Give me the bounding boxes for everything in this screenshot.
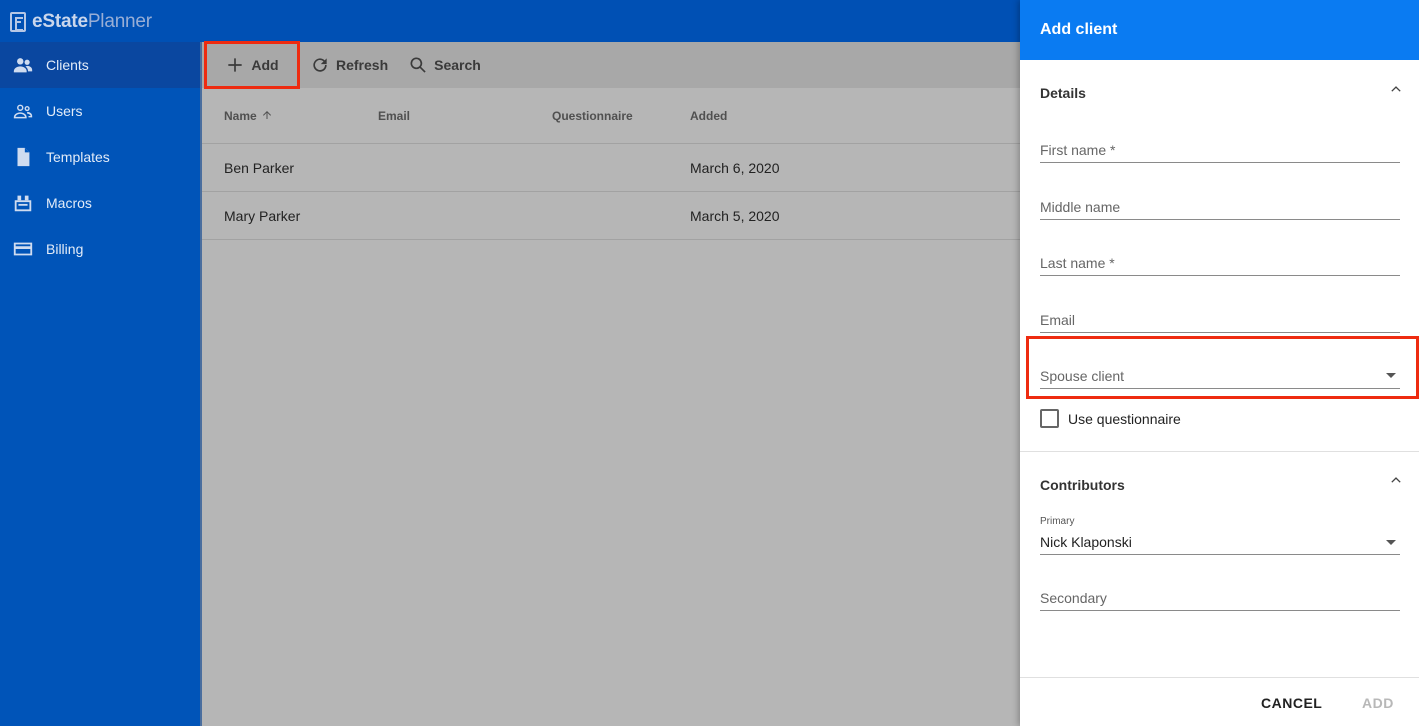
sidebar-item-label: Templates xyxy=(46,149,110,165)
dropdown-caret-icon xyxy=(1386,540,1396,545)
sidebar-item-users[interactable]: Users xyxy=(0,88,200,134)
plus-icon xyxy=(228,58,243,72)
sidebar: Clients Users Templates Macros Billing xyxy=(0,42,200,726)
use-questionnaire-label: Use questionnaire xyxy=(1068,411,1181,427)
chevron-up-icon[interactable] xyxy=(1389,473,1403,487)
first-name-field[interactable]: First name * xyxy=(1040,138,1400,163)
add-button[interactable]: Add xyxy=(204,41,300,89)
column-header-name[interactable]: Name xyxy=(224,109,273,123)
primary-contributor-select[interactable]: Primary Nick Klaponski xyxy=(1040,514,1400,555)
clients-table: Name Email Questionnaire Added Ben Parke… xyxy=(202,88,1020,240)
logo-mark-icon xyxy=(10,12,26,32)
macro-icon xyxy=(12,192,34,214)
top-bar: eStatePlanner xyxy=(0,0,1020,42)
column-header-email[interactable]: Email xyxy=(378,109,410,123)
middle-name-field[interactable]: Middle name xyxy=(1040,195,1400,220)
sidebar-item-label: Billing xyxy=(46,241,84,257)
table-header: Name Email Questionnaire Added xyxy=(202,88,1020,144)
search-button[interactable]: Search xyxy=(398,42,491,88)
cell-added: March 6, 2020 xyxy=(690,160,780,176)
sidebar-item-billing[interactable]: Billing xyxy=(0,226,200,272)
use-questionnaire-checkbox[interactable] xyxy=(1040,409,1059,428)
sort-ascending-icon xyxy=(262,111,271,119)
add-client-panel: Add client Details First name * Middle n… xyxy=(1020,0,1419,726)
details-section-title: Details xyxy=(1040,85,1086,101)
panel-title: Add client xyxy=(1020,0,1419,60)
sidebar-item-macros[interactable]: Macros xyxy=(0,180,200,226)
section-divider xyxy=(1020,451,1419,452)
spouse-client-highlight xyxy=(1026,336,1419,399)
logo-text: eStatePlanner xyxy=(32,11,152,32)
credit-card-icon xyxy=(12,238,34,260)
sidebar-item-label: Clients xyxy=(46,57,89,73)
sidebar-item-label: Users xyxy=(46,103,83,119)
app-logo[interactable]: eStatePlanner xyxy=(10,11,152,33)
cancel-button[interactable]: CANCEL xyxy=(1261,695,1322,711)
document-icon xyxy=(12,146,34,168)
search-icon xyxy=(410,57,426,73)
footer-divider xyxy=(1020,677,1419,678)
sidebar-item-templates[interactable]: Templates xyxy=(0,134,200,180)
table-row[interactable]: Ben Parker March 6, 2020 xyxy=(202,144,1020,192)
toolbar: Add Refresh Search xyxy=(202,41,1020,89)
users-outline-icon xyxy=(12,100,34,122)
people-icon xyxy=(12,54,34,76)
secondary-contributor-field[interactable]: Secondary xyxy=(1040,586,1400,611)
last-name-field[interactable]: Last name * xyxy=(1040,251,1400,276)
add-submit-button[interactable]: ADD xyxy=(1362,695,1394,711)
column-header-questionnaire[interactable]: Questionnaire xyxy=(552,109,633,123)
contributors-section-title: Contributors xyxy=(1040,477,1125,493)
chevron-up-icon[interactable] xyxy=(1389,82,1403,96)
cell-added: March 5, 2020 xyxy=(690,208,780,224)
main-content: Add Refresh Search Name Email Questionna… xyxy=(200,41,1020,726)
refresh-button[interactable]: Refresh xyxy=(300,42,398,88)
refresh-icon xyxy=(313,58,327,72)
sidebar-item-clients[interactable]: Clients xyxy=(0,42,200,88)
email-field[interactable]: Email xyxy=(1040,308,1400,333)
sidebar-item-label: Macros xyxy=(46,195,92,211)
column-header-added[interactable]: Added xyxy=(690,109,727,123)
cell-name: Mary Parker xyxy=(224,208,301,224)
cell-name: Ben Parker xyxy=(224,160,295,176)
table-row[interactable]: Mary Parker March 5, 2020 xyxy=(202,192,1020,240)
